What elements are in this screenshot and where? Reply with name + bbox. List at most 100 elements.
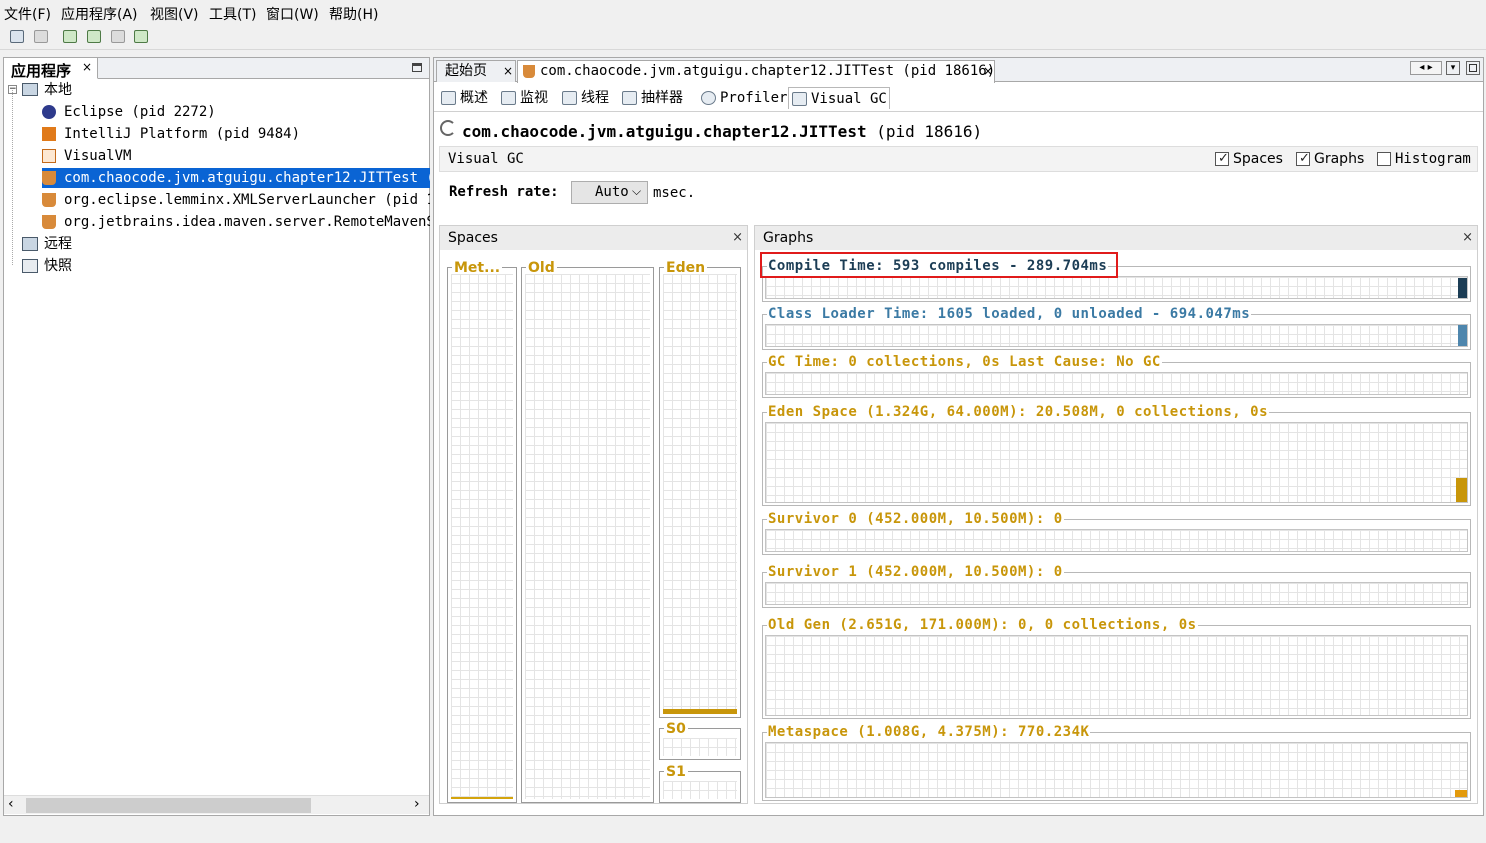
add-coredump-icon[interactable] bbox=[132, 28, 150, 45]
tree-item-maven[interactable]: org.jetbrains.idea.maven.server.RemoteMa… bbox=[42, 212, 430, 232]
tab-profiler[interactable]: Profiler bbox=[698, 87, 788, 109]
java-icon bbox=[42, 215, 56, 229]
overview-icon bbox=[441, 91, 456, 105]
space-s1-grid bbox=[663, 781, 737, 799]
histogram-checkbox-box bbox=[1377, 152, 1391, 166]
visualvm-icon bbox=[42, 149, 56, 163]
sampler-icon bbox=[622, 91, 637, 105]
tab-monitor[interactable]: 监视 bbox=[498, 87, 554, 109]
space-eden-grid bbox=[663, 274, 737, 714]
graph-survivor-1-plot bbox=[765, 582, 1468, 605]
histogram-checkbox[interactable]: Histogram bbox=[1377, 151, 1471, 167]
add-jmx-icon[interactable] bbox=[61, 28, 79, 45]
graph-eden-space-bar bbox=[1456, 478, 1467, 502]
spaces-checkbox-label: Spaces bbox=[1233, 151, 1283, 167]
computer-icon bbox=[22, 83, 38, 96]
tab-start-close-icon[interactable]: × bbox=[503, 61, 513, 82]
app-title: com.chaocode.jvm.atguigu.chapter12.JITTe… bbox=[462, 122, 982, 141]
menu-tools[interactable]: 工具(T) bbox=[209, 4, 256, 24]
compile-time-highlight bbox=[760, 252, 1118, 278]
horizontal-scrollbar[interactable]: ‹ › bbox=[4, 795, 429, 814]
scroll-left-icon[interactable]: ‹ bbox=[8, 796, 14, 812]
tab-threads-label: 线程 bbox=[581, 90, 609, 106]
graph-gc-time-plot bbox=[765, 372, 1468, 395]
tree-label-local: 本地 bbox=[44, 82, 72, 98]
tree-item-visualvm[interactable]: VisualVM bbox=[42, 146, 432, 166]
graph-survivor-1-label: Survivor 1 (452.000M, 10.500M): 0 bbox=[767, 564, 1064, 580]
add-snapshot-icon[interactable] bbox=[109, 28, 127, 45]
minimize-icon[interactable] bbox=[412, 63, 422, 72]
graphs-close-icon[interactable]: × bbox=[1462, 226, 1473, 250]
applications-tab-close-icon[interactable]: × bbox=[82, 60, 92, 74]
refresh-rate-unit: msec. bbox=[653, 185, 696, 201]
menu-view[interactable]: 视图(V) bbox=[150, 4, 199, 24]
spaces-panel-header: Spaces × bbox=[440, 226, 747, 250]
tree-item-lemminx[interactable]: org.eclipse.lemminx.XMLServerLauncher (p… bbox=[42, 190, 430, 210]
graph-metaspace-bar bbox=[1455, 790, 1467, 797]
menu-application[interactable]: 应用程序(A) bbox=[61, 4, 138, 24]
tree-item-jittest[interactable]: com.chaocode.jvm.atguigu.chapter12.JITTe… bbox=[42, 168, 430, 188]
chevron-down-icon: ⌵ bbox=[632, 184, 642, 198]
add-remote-host-icon[interactable] bbox=[85, 28, 103, 45]
tree-node-remote[interactable]: 远程 bbox=[22, 234, 222, 254]
tree-item-eclipse[interactable]: Eclipse (pid 2272) bbox=[42, 102, 432, 122]
graphs-checkbox[interactable]: ✓ Graphs bbox=[1296, 151, 1364, 167]
main-panel: 起始页 × com.chaocode.jvm.atguigu.chapter12… bbox=[433, 57, 1484, 816]
visual-gc-title: Visual GC bbox=[448, 151, 524, 167]
scroll-right-icon[interactable]: › bbox=[414, 796, 420, 812]
graphs-panel-title: Graphs bbox=[763, 230, 814, 246]
tab-overview[interactable]: 概述 bbox=[438, 87, 494, 109]
maximize-icon[interactable] bbox=[1466, 61, 1480, 75]
scrollbar-thumb[interactable] bbox=[26, 798, 311, 813]
divider bbox=[434, 111, 1483, 112]
app-name: com.chaocode.jvm.atguigu.chapter12.JITTe… bbox=[462, 122, 867, 141]
tab-threads[interactable]: 线程 bbox=[559, 87, 615, 109]
graph-compile-time-bar bbox=[1458, 278, 1467, 298]
tree-node-snapshots[interactable]: 快照 bbox=[22, 256, 222, 276]
refresh-rate-value: Auto bbox=[595, 184, 629, 200]
tree-label-remote: 远程 bbox=[44, 236, 72, 252]
histogram-checkbox-label: Histogram bbox=[1395, 151, 1471, 167]
space-s1-label: S1 bbox=[664, 764, 688, 780]
applications-tab[interactable]: 应用程序 × bbox=[4, 58, 98, 80]
toolbar bbox=[0, 24, 1486, 50]
graph-gc-time: GC Time: 0 collections, 0s Last Cause: N… bbox=[762, 354, 1471, 398]
graph-compile-time-plot bbox=[765, 276, 1468, 299]
graphs-checkbox-label: Graphs bbox=[1314, 151, 1365, 167]
graph-old-gen-label: Old Gen (2.651G, 171.000M): 0, 0 collect… bbox=[767, 617, 1198, 633]
space-eden: Eden bbox=[659, 260, 741, 718]
tab-scroll-icon[interactable]: ◂ ▸ bbox=[1410, 61, 1442, 75]
tab-profiler-label: Profiler bbox=[720, 90, 788, 106]
applications-panel: 应用程序 × − 本地 Eclipse (pid 2272) IntelliJ … bbox=[3, 57, 430, 816]
graph-class-loader-time: Class Loader Time: 1605 loaded, 0 unload… bbox=[762, 306, 1471, 350]
open-icon[interactable] bbox=[8, 28, 26, 45]
space-old: Old bbox=[521, 260, 654, 803]
space-eden-fill bbox=[663, 708, 737, 714]
spaces-close-icon[interactable]: × bbox=[732, 226, 743, 250]
tab-sampler[interactable]: 抽样器 bbox=[619, 87, 691, 109]
tab-start-page[interactable]: 起始页 × bbox=[436, 60, 516, 82]
tree-node-local[interactable]: − 本地 bbox=[8, 80, 308, 100]
tab-jittest[interactable]: com.chaocode.jvm.atguigu.chapter12.JITTe… bbox=[517, 60, 995, 83]
menu-window[interactable]: 窗口(W) bbox=[266, 4, 319, 24]
space-s0-grid bbox=[663, 738, 737, 756]
visual-gc-header: Visual GC ✓ Spaces ✓ Graphs Histogram bbox=[439, 146, 1478, 172]
tab-visual-gc[interactable]: Visual GC bbox=[788, 87, 890, 109]
refresh-rate-select[interactable]: Auto ⌵ bbox=[571, 181, 648, 204]
tab-jittest-close-icon[interactable]: × bbox=[983, 61, 993, 82]
graphs-checkbox-box: ✓ bbox=[1296, 151, 1310, 166]
tree-item-intellij[interactable]: IntelliJ Platform (pid 9484) bbox=[42, 124, 432, 144]
java-icon bbox=[523, 65, 535, 78]
app-pid: (pid 18616) bbox=[876, 122, 983, 141]
graph-gc-time-label: GC Time: 0 collections, 0s Last Cause: N… bbox=[767, 354, 1162, 370]
eclipse-icon bbox=[42, 105, 56, 119]
tab-list-icon[interactable]: ▾ bbox=[1446, 61, 1460, 75]
save-icon[interactable] bbox=[32, 28, 50, 45]
spaces-checkbox[interactable]: ✓ Spaces bbox=[1215, 151, 1283, 167]
graph-survivor-1: Survivor 1 (452.000M, 10.500M): 0 bbox=[762, 564, 1471, 608]
menu-file[interactable]: 文件(F) bbox=[4, 4, 51, 24]
menu-help[interactable]: 帮助(H) bbox=[329, 4, 378, 24]
tab-start-label: 起始页 bbox=[445, 63, 487, 79]
space-s0-label: S0 bbox=[664, 721, 688, 737]
graphs-panel-header: Graphs × bbox=[755, 226, 1477, 250]
